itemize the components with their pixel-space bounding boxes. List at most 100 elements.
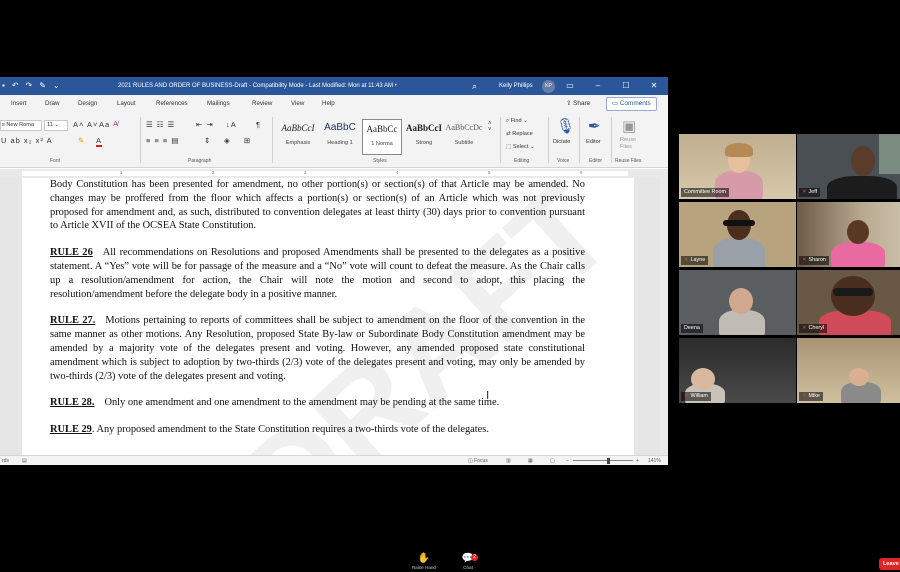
tab-view[interactable]: View [291,95,304,113]
highlight-icon[interactable]: ✎ [78,136,85,145]
font-format-buttons[interactable]: U ab x₂ x² A [1,136,53,145]
rule-26-text: All recommendations on Resolutions and p… [50,247,585,300]
document-area: DRAFT Body Constitution has been present… [0,178,668,455]
word-count[interactable]: rds [2,457,9,465]
participant-tile[interactable]: ✕ Mike [797,338,900,403]
style-subtitle[interactable]: AaBbCcDc Subtitle [444,119,484,155]
style-sample: AaBbCcDc [445,123,483,132]
tab-design[interactable]: Design [78,95,97,113]
participant-tile[interactable]: ✕ Layne [679,202,796,267]
close-button[interactable]: ✕ [640,77,668,95]
maximize-button[interactable]: ☐ [612,77,640,95]
rule-29-heading: RULE 29 [50,424,92,436]
print-layout-icon[interactable]: ▦ [528,457,533,465]
participant-name-text: Mike [808,393,820,399]
change-case-icon[interactable]: Aa [99,120,110,129]
undo-icon[interactable]: ↶ [12,80,19,92]
participant-body [827,176,897,199]
raise-hand-label: Raise Hand [411,565,436,570]
indent-buttons[interactable]: ⇤ ⇥ [196,120,214,129]
zoom-level[interactable]: 141% [648,457,661,465]
style-emphasis[interactable]: AaBbCcI Emphasis [278,119,318,155]
tab-references[interactable]: References [156,95,188,113]
horizontal-ruler[interactable]: 1 2 3 4 5 6 [0,169,668,178]
participant-tile[interactable]: ✕ Jeff [797,134,900,199]
style-normal[interactable]: AaBbCc 1 Norma [362,119,402,155]
sort-icon[interactable]: ↓A [226,120,237,129]
raise-hand-button[interactable]: ✋ Raise Hand [406,553,442,570]
zoom-slider[interactable] [573,460,633,461]
customize-qat-icon[interactable]: ⌄ [53,80,60,92]
save-icon[interactable]: ▪ [2,80,5,92]
replace-button[interactable]: ⇄ Replace [506,131,533,137]
select-button[interactable]: ⬚ Select ⌄ [506,144,535,150]
reuse-files-label[interactable]: Reuse Files [620,137,636,151]
minimize-button[interactable]: – [584,77,612,95]
web-layout-icon[interactable]: ▢ [550,457,555,465]
zoom-in-icon[interactable]: + [636,457,639,465]
clear-format-icon[interactable]: A̸ [113,119,119,128]
participant-tile[interactable]: ✕ William [679,338,796,403]
zoom-out-icon[interactable]: – [566,457,569,465]
focus-button[interactable]: ◫ Focus [468,457,488,465]
line-spacing-icon[interactable]: ⇕ [204,136,211,145]
list-buttons[interactable]: ☰ ☷ ☰ [146,120,175,129]
grow-shrink-font-icons[interactable]: A˄ A˅ [73,120,98,129]
tab-insert[interactable]: Insert [11,95,26,113]
tab-review[interactable]: Review [252,95,272,113]
find-button[interactable]: ⌕ Find ⌄ [506,118,528,125]
share-button[interactable]: ⇪ Share [562,98,594,110]
rule-28-text: Only one amendment and one amendment to … [104,397,500,409]
style-strong[interactable]: AaBbCcI Strong [404,119,444,155]
borders-icon[interactable]: ⊞ [244,136,251,145]
zoom-slider-thumb[interactable] [607,458,610,464]
show-marks-icon[interactable]: ¶ [256,120,261,129]
participant-tile[interactable]: ✕ Sharon [797,202,900,267]
style-heading-1[interactable]: AaBbC Heading 1 [320,119,360,155]
ruler-number: 1 [120,170,123,175]
style-name: Heading 1 [327,140,353,146]
dictate-icon[interactable]: 🎙 [556,117,575,135]
tab-layout[interactable]: Layout [117,95,136,113]
editor-label[interactable]: Editor [586,139,601,145]
document-body[interactable]: Body Constitution has been presented for… [50,178,585,450]
style-sample: AaBbCcI [281,123,315,133]
leave-button[interactable]: Leave [879,558,900,570]
style-sample: AaBbCc [366,124,398,134]
font-size-box[interactable]: 11 ⌄ [44,120,68,131]
font-name-box[interactable]: s New Roma [0,120,42,131]
format-painter-icon[interactable]: ✎ [39,80,46,92]
shading-icon[interactable]: ◈ [224,136,231,145]
separator [500,117,501,163]
participant-name: ✕ Layne [681,256,709,265]
search-icon[interactable]: ⌕ [472,80,477,92]
user-avatar[interactable]: KP [542,80,555,93]
styles-scroll-icon[interactable]: ˄ ˅ [488,121,493,133]
participant-tile[interactable]: ✕ Cheryl [797,270,900,335]
comments-button[interactable]: ▭ Comments [606,97,657,111]
rule-27-heading: RULE 27. [50,315,96,327]
font-color-icon[interactable]: A [96,136,103,147]
ribbon-display-icon[interactable]: ▭ [556,77,584,95]
read-mode-icon[interactable]: ▥ [506,457,511,465]
meeting-controls-bar [0,548,900,572]
editing-group-label: Editing [514,158,530,164]
participant-name: ✕ Mike [799,392,823,401]
vertical-scrollbar[interactable] [660,178,668,455]
reuse-files-icon[interactable]: ▣ [622,117,636,135]
find-label: Find [510,118,522,124]
tab-draw[interactable]: Draw [45,95,59,113]
tab-help[interactable]: Help [322,95,335,113]
user-name[interactable]: Kelly Phillips [499,77,533,95]
participant-tile[interactable]: Deena [679,270,796,335]
voice-group-label: Voice [557,158,570,164]
document-page[interactable]: DRAFT Body Constitution has been present… [22,178,634,455]
dictate-label[interactable]: Dictate [553,139,570,145]
tab-mailings[interactable]: Mailings [207,95,230,113]
redo-icon[interactable]: ↷ [26,80,33,92]
participant-tile[interactable]: Committee Room [679,134,796,199]
alignment-buttons[interactable]: ≡ ≡ ≡ ▤ [146,136,179,145]
editor-icon[interactable]: ✒ [588,117,601,135]
proofing-icon[interactable]: ▤ [22,457,27,465]
chat-label: Chat [463,565,473,570]
